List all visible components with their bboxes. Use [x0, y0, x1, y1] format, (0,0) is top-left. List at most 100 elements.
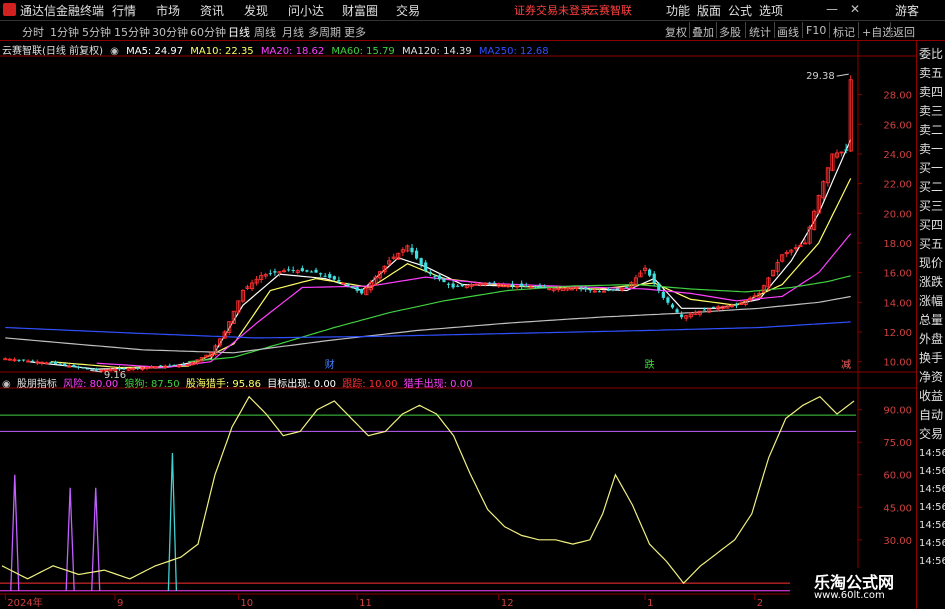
legend-toggle-icon[interactable]: ◉	[110, 46, 119, 57]
candle-body	[300, 268, 304, 272]
candle-body	[680, 314, 684, 318]
signal-spike	[91, 487, 101, 591]
candle-body	[72, 364, 76, 367]
side-panel-item: 14:56	[919, 556, 945, 567]
side-panel-item: 14:56	[919, 538, 945, 549]
side-panel-item: 14:56	[919, 484, 945, 495]
candle-body	[424, 262, 428, 272]
candle-body	[446, 283, 451, 285]
date-tick-label: 12	[501, 598, 514, 609]
ma10-line	[50, 178, 852, 369]
price-tick-label: 12.00	[883, 328, 912, 339]
date-tick-label: 2	[757, 598, 763, 609]
side-panel-item: 涨幅	[919, 294, 944, 308]
candle-body	[442, 278, 446, 283]
candle-body	[31, 360, 35, 362]
candle-body	[291, 269, 295, 271]
candle-body	[670, 304, 675, 308]
candle-body	[433, 275, 437, 277]
side-panel-item: 换手	[919, 351, 944, 365]
candle-body	[3, 358, 8, 361]
side-panel-item: 涨跌	[919, 275, 944, 289]
indicator-panel-grid	[0, 387, 916, 595]
indicator-toggle-icon[interactable]: ◉	[2, 379, 11, 390]
price-tick-label: 20.00	[883, 209, 912, 220]
candle-body	[95, 368, 99, 371]
candle-body	[337, 279, 341, 282]
candle-body	[410, 247, 414, 253]
price-tick-label: 10.00	[883, 358, 912, 369]
candle-body	[844, 149, 848, 151]
stock-chart[interactable]: 10.00 12.00 14.00 16.00 18.00 20.00 22.00 24.00…	[0, 0, 945, 609]
candle-body	[319, 273, 323, 275]
side-panel-item: 买一	[919, 161, 944, 175]
indicator-y-axis: 15.0030.0045.0060.0075.0090.00	[858, 406, 912, 579]
candle-body	[625, 287, 629, 289]
legend-ma20: MA20: 18.62	[260, 46, 325, 57]
side-panel-item: 买五	[919, 237, 944, 251]
ma20-line	[96, 233, 852, 369]
candle-body	[456, 285, 460, 287]
candle-body	[419, 258, 423, 265]
date-tick-label: 9	[117, 598, 123, 609]
candle-body	[350, 286, 355, 289]
date-tick-label: 11	[359, 598, 372, 609]
indicator-legend-wolf: 狼狗: 87.50	[124, 379, 180, 390]
candle-body	[428, 272, 432, 274]
date-tick-label: 1	[647, 598, 653, 609]
high-price-label: 29.38	[806, 71, 835, 82]
price-tick-label: 16.00	[883, 269, 912, 280]
candle-body	[172, 364, 176, 366]
side-panel-item: 自动	[919, 408, 944, 422]
side-panel-item: 卖三	[919, 104, 944, 118]
event-marker: 减	[841, 359, 851, 371]
indicator-title: 股朋指标	[16, 379, 57, 390]
ma60-line	[188, 275, 851, 363]
candle-body	[273, 271, 277, 273]
high-arrow	[836, 73, 849, 77]
side-panel-item: 14:56	[919, 502, 945, 513]
candle-body	[524, 286, 528, 288]
candle-body	[734, 303, 739, 306]
candle-body	[414, 250, 419, 259]
candle-body	[168, 365, 172, 367]
indicator-legend-track: 跟踪: 10.00	[342, 379, 398, 390]
indicator-legend-risk: 风险: 80.00	[63, 379, 119, 390]
legend-ma10: MA10: 22.35	[190, 46, 254, 57]
candle-body	[520, 283, 524, 287]
signal-spike	[65, 487, 75, 591]
event-marker: 跌	[645, 358, 655, 371]
candle-body	[488, 282, 492, 284]
candle-body	[606, 289, 611, 291]
candle-body	[597, 291, 601, 293]
side-panel-item: 交易	[919, 427, 944, 441]
candle-body	[579, 287, 583, 289]
candle-body	[314, 269, 318, 273]
candle-body	[652, 273, 656, 284]
candle-body	[81, 367, 85, 369]
indicator-tick-label: 90.00	[883, 406, 912, 417]
indicator-tick-label: 45.00	[883, 503, 912, 514]
candle-body	[53, 361, 58, 364]
side-panel-item: 卖二	[919, 123, 944, 137]
hunter-line	[1, 395, 855, 585]
indicator-tick-label: 75.00	[883, 438, 912, 449]
candle-body	[328, 274, 332, 278]
candle-body	[355, 287, 359, 291]
candle-body	[21, 359, 26, 361]
candle-body	[136, 367, 140, 369]
signal-spike	[167, 453, 178, 591]
legend-ma5: MA5: 24.97	[126, 46, 184, 57]
candle-body	[648, 269, 652, 276]
candle-body	[712, 306, 716, 308]
candle-body	[661, 291, 665, 298]
candle-body	[542, 286, 547, 289]
price-tick-label: 28.00	[883, 91, 912, 102]
price-tick-label: 26.00	[883, 120, 912, 131]
candle-body	[309, 271, 314, 273]
candle-body	[616, 288, 620, 290]
legend-ma250: MA250: 12.68	[478, 46, 549, 57]
price-legend: 云赛智联(日线 前复权) ◉ MA5: 24.97 MA10: 22.35 MA…	[2, 42, 553, 57]
price-tick-label: 22.00	[883, 180, 912, 191]
indicator-tick-label: 30.00	[883, 536, 912, 547]
